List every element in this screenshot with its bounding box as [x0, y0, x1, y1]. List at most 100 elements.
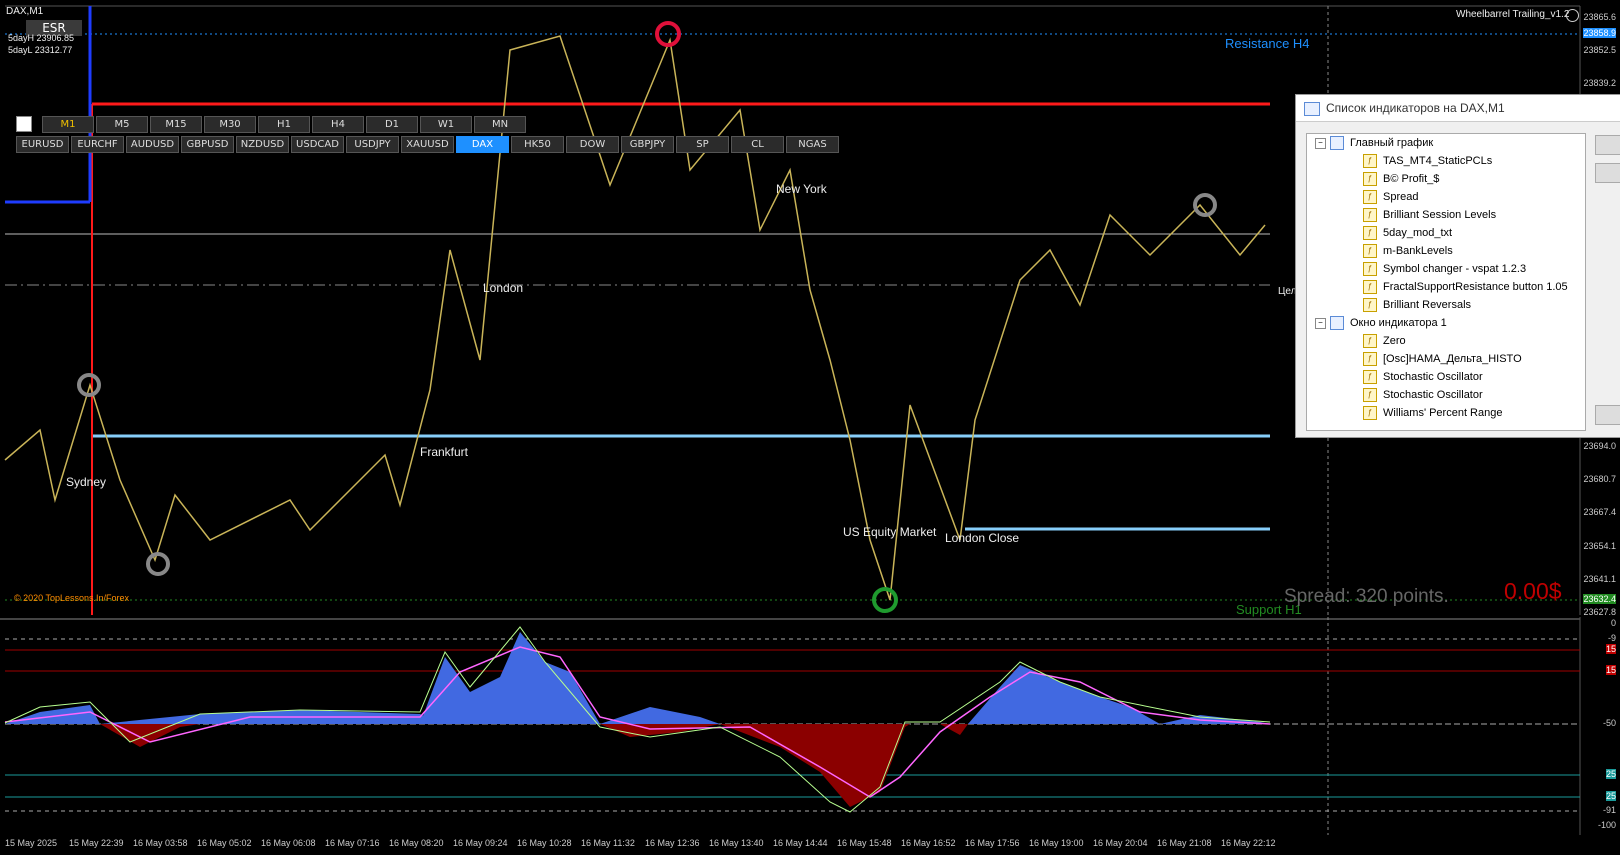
indicator-label: Brilliant Reversals: [1383, 299, 1472, 311]
collapse-icon[interactable]: −: [1315, 137, 1326, 149]
resistance-h4-label: Resistance H4: [1225, 36, 1310, 51]
indicator-item[interactable]: ƒ Stochastic Oscillator: [1307, 386, 1585, 404]
tree-group[interactable]: − Окно индикатора 1: [1307, 314, 1585, 332]
time-tick: 16 May 17:56: [965, 838, 1020, 848]
time-tick: 15 May 22:39: [69, 838, 124, 848]
symbol-button-usdjpy[interactable]: USDJPY: [346, 136, 399, 153]
time-tick: 15 May 2025: [5, 838, 58, 848]
timeframe-button-m15[interactable]: M15: [150, 116, 202, 133]
symbol-button-gbpjpy[interactable]: GBPJPY: [621, 136, 674, 153]
timeframe-button-d1[interactable]: D1: [366, 116, 418, 133]
delete-button[interactable]: [1595, 163, 1620, 183]
price-tick: 23852.5: [1583, 45, 1616, 55]
indicator-label: TAS_MT4_StaticPCLs: [1383, 155, 1493, 167]
symbol-changer-toolbar: EURUSD EURCHF AUDUSD GBPUSD NZDUSD USDCAD USDJ…: [16, 136, 839, 153]
indicator-label: B© Profit_$: [1383, 173, 1440, 185]
symbol-button-dow[interactable]: DOW: [566, 136, 619, 153]
indicator-icon: ƒ: [1363, 406, 1377, 420]
indicator-item[interactable]: ƒ FractalSupportResistance button 1.05: [1307, 278, 1585, 296]
ea-name: Wheelbarrel Trailing_v1.2: [1456, 9, 1570, 20]
timeframe-button-m5[interactable]: M5: [96, 116, 148, 133]
symbol-button-usdcad[interactable]: USDCAD: [291, 136, 344, 153]
indicator-item[interactable]: ƒ [Osc]HAMA_Дельта_HISTO: [1307, 350, 1585, 368]
session-label-sydney: Sydney: [66, 475, 107, 489]
tree-group[interactable]: − Главный график: [1307, 134, 1585, 152]
timeframe-toolbar: M1 M5 M15 M30 H1 H4 D1 W1 MN: [16, 116, 526, 133]
spread-display: Spread: 320 points.: [1284, 586, 1449, 607]
indicator-item[interactable]: ƒ Williams' Percent Range: [1307, 404, 1585, 422]
time-tick: 16 May 21:08: [1157, 838, 1212, 848]
symbol-button-gbpusd[interactable]: GBPUSD: [181, 136, 234, 153]
time-tick: 16 May 08:20: [389, 838, 444, 848]
tree-group-label: Окно индикатора 1: [1350, 317, 1447, 329]
price-tick: 23641.1: [1583, 574, 1616, 584]
symbol-button-nzdusd[interactable]: NZDUSD: [236, 136, 289, 153]
session-label-new-york: New York: [776, 182, 827, 196]
tree-group-label: Главный график: [1350, 137, 1434, 149]
symbol-button-ngas[interactable]: NGAS: [786, 136, 839, 153]
time-tick: 16 May 20:04: [1093, 838, 1148, 848]
timeframe-button-h1[interactable]: H1: [258, 116, 310, 133]
symbol-button-sp[interactable]: SP: [676, 136, 729, 153]
indicator-icon: ƒ: [1363, 370, 1377, 384]
indicator-list-dialog[interactable]: Список индикаторов на DAX,M1 − Главный гр…: [1295, 94, 1620, 438]
oscillator-level-tag: 15: [1605, 665, 1616, 675]
five-day-low: 5dayL 23312.77: [8, 45, 73, 55]
timeframe-button-m1[interactable]: M1: [42, 116, 94, 133]
price-tick: 23865.6: [1583, 12, 1616, 22]
indicator-item[interactable]: ƒ Stochastic Oscillator: [1307, 368, 1585, 386]
indicator-dialog-title: Список индикаторов на DAX,M1: [1296, 95, 1620, 122]
symbol-button-eurusd[interactable]: EURUSD: [16, 136, 69, 153]
indicator-icon: ƒ: [1363, 262, 1377, 276]
indicator-item[interactable]: ƒ 5day_mod_txt: [1307, 224, 1585, 242]
indicator-item[interactable]: ƒ Brilliant Session Levels: [1307, 206, 1585, 224]
oscillator-tick: -9: [1607, 633, 1616, 643]
close-button[interactable]: [1595, 405, 1620, 425]
price-tick: 23654.1: [1583, 541, 1616, 551]
symbol-button-eurchf[interactable]: EURCHF: [71, 136, 124, 153]
oscillator-tick: -100: [1597, 820, 1616, 830]
symbol-button-xauusd[interactable]: XAUUSD: [401, 136, 454, 153]
timeframe-button-w1[interactable]: W1: [420, 116, 472, 133]
indicator-item[interactable]: ƒ TAS_MT4_StaticPCLs: [1307, 152, 1585, 170]
price-tick: 23694.0: [1583, 441, 1616, 451]
indicator-item[interactable]: ƒ B© Profit_$: [1307, 170, 1585, 188]
symbol-button-hk50[interactable]: HK50: [511, 136, 564, 153]
symbol-button-cl[interactable]: CL: [731, 136, 784, 153]
toggle-checkbox[interactable]: [16, 116, 32, 132]
oscillator-canvas[interactable]: [0, 617, 1620, 835]
indicator-icon: ƒ: [1363, 298, 1377, 312]
indicator-icon: ƒ: [1363, 280, 1377, 294]
oscillator-tick: 0: [1610, 618, 1616, 628]
indicator-item[interactable]: ƒ Brilliant Reversals: [1307, 296, 1585, 314]
chart-window-icon: [1330, 316, 1344, 330]
price-tick: 23627.8: [1583, 607, 1616, 617]
price-tick: 23858.9: [1583, 28, 1616, 38]
oscillator-level-tag: 25: [1605, 791, 1616, 801]
indicator-label: Stochastic Oscillator: [1383, 389, 1483, 401]
time-tick: 16 May 12:36: [645, 838, 700, 848]
edit-button[interactable]: [1595, 135, 1620, 155]
oscillator-window[interactable]: 0 -9 -50 -91 -100 15 15 25 25: [0, 617, 1620, 835]
timeframe-button-m30[interactable]: M30: [204, 116, 256, 133]
indicator-item[interactable]: ƒ Zero: [1307, 332, 1585, 350]
indicator-icon: ƒ: [1363, 334, 1377, 348]
price-tick: 23667.4: [1583, 507, 1616, 517]
smiley-icon: [1566, 9, 1579, 22]
indicator-label: Brilliant Session Levels: [1383, 209, 1497, 221]
symbol-button-dax[interactable]: DAX: [456, 136, 509, 153]
five-day-high: 5dayH 23906.85: [8, 33, 75, 43]
indicator-icon: ƒ: [1363, 226, 1377, 240]
indicator-icon: ƒ: [1363, 352, 1377, 366]
symbol-button-audusd[interactable]: AUDUSD: [126, 136, 179, 153]
indicator-item[interactable]: ƒ Spread: [1307, 188, 1585, 206]
indicator-tree[interactable]: − Главный график ƒ TAS_MT4_StaticPCLs ƒ B© Pr…: [1306, 133, 1586, 431]
collapse-icon[interactable]: −: [1315, 317, 1326, 329]
timeframe-button-mn[interactable]: MN: [474, 116, 526, 133]
indicator-item[interactable]: ƒ Symbol changer - vspat 1.2.3: [1307, 260, 1585, 278]
indicator-item[interactable]: ƒ m-BankLevels: [1307, 242, 1585, 260]
chart-window-icon: [1330, 136, 1344, 150]
timeframe-button-h4[interactable]: H4: [312, 116, 364, 133]
price-tick: 23839.2: [1583, 78, 1616, 88]
watermark: © 2020 TopLessons.In/Forex: [14, 593, 130, 603]
